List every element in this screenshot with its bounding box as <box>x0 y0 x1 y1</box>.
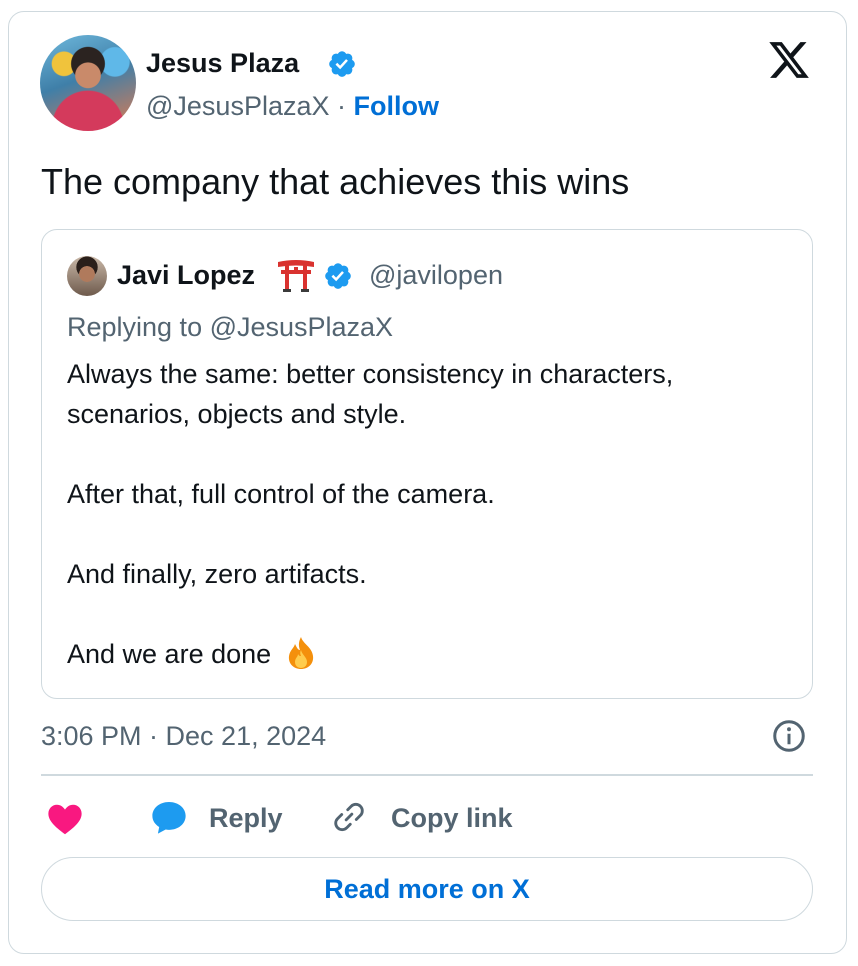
tweet-timestamp[interactable]: 3:06 PM · Dec 21, 2024 <box>41 718 326 754</box>
fire-icon <box>288 637 313 669</box>
author-handle[interactable]: @JesusPlazaX <box>146 91 330 121</box>
tweet-text: The company that achieves this wins <box>41 161 630 202</box>
divider <box>41 774 813 776</box>
reply-bubble-icon <box>152 801 186 834</box>
quoted-paragraph: After that, full control of the camera. <box>67 479 495 509</box>
quoted-paragraph-last: And we are done <box>67 634 797 674</box>
quoted-verified-badge-icon <box>325 263 351 289</box>
quoted-tweet-body: Always the same: better consistency in c… <box>67 354 797 674</box>
separator-dot: · <box>337 91 347 121</box>
follow-link[interactable]: Follow <box>354 91 439 121</box>
copy-link-label: Copy link <box>391 803 513 833</box>
quoted-tweet[interactable]: Javi Lopez @javilopen Replying to @Jesus… <box>41 229 813 699</box>
read-more-button[interactable]: Read more on X <box>41 857 813 921</box>
quoted-paragraph: And finally, zero artifacts. <box>67 559 367 589</box>
author-handle-row: @JesusPlazaX · Follow <box>146 88 439 124</box>
quoted-paragraph: Always the same: better consistency in c… <box>67 359 674 429</box>
verified-badge-icon <box>329 51 355 77</box>
replying-to: Replying to @JesusPlazaX <box>67 312 394 342</box>
info-icon[interactable] <box>771 718 807 754</box>
quoted-author-handle: @javilopen <box>369 260 503 290</box>
link-icon <box>334 802 364 832</box>
author-avatar[interactable] <box>40 35 136 131</box>
quoted-author-name: Javi Lopez <box>117 260 256 290</box>
quoted-paragraph-text: And we are done <box>67 639 272 669</box>
x-logo-icon[interactable] <box>766 38 812 82</box>
read-more-label: Read more on X <box>324 873 530 904</box>
quoted-author-avatar <box>67 256 107 296</box>
reply-label: Reply <box>209 803 283 833</box>
heart-icon[interactable] <box>46 800 84 838</box>
author-name[interactable]: Jesus Plaza <box>146 46 299 80</box>
torii-gate-icon <box>278 260 314 292</box>
